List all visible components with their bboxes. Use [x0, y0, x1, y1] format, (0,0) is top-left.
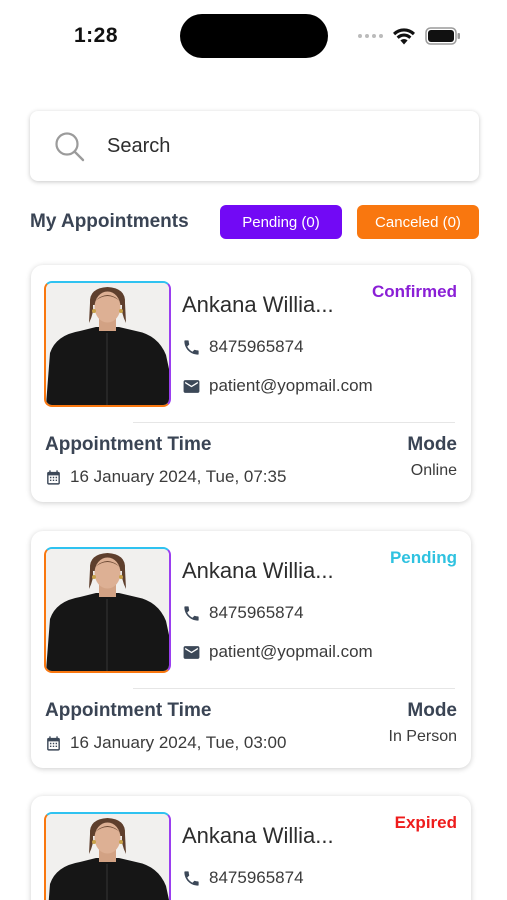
appointments-header: My Appointments Pending (0) Canceled (0) — [30, 205, 479, 239]
search-input[interactable]: Search — [30, 111, 479, 181]
phone-icon — [184, 339, 199, 355]
mode-value: In Person — [388, 728, 457, 745]
email-address: patient@yopmail.com — [209, 376, 373, 395]
appointment-datetime: 16 January 2024, Tue, 07:35 — [70, 467, 287, 486]
search-icon — [55, 132, 85, 162]
phone-number: 8475965874 — [209, 603, 304, 622]
section-title: My Appointments — [30, 211, 189, 232]
mode-label: Mode — [407, 700, 457, 721]
status-bar: 1:28 — [0, 0, 507, 70]
cellular-signal-icon — [358, 34, 383, 38]
patient-avatar — [44, 281, 171, 407]
patient-name: Ankana Willia... — [182, 823, 334, 848]
phone-row: 8475965874 — [182, 868, 304, 888]
status-badge: Expired — [394, 813, 457, 832]
appointment-card[interactable]: Ankana Willia... Confirmed 8475965874 pa… — [31, 265, 471, 502]
phone-number: 8475965874 — [209, 337, 304, 356]
divider — [133, 688, 455, 689]
divider — [133, 422, 455, 423]
email-icon — [183, 379, 200, 393]
email-icon — [183, 645, 200, 659]
phone-icon — [184, 605, 199, 621]
status-badge: Pending — [389, 548, 457, 567]
appointment-datetime-row: 16 January 2024, Tue, 03:00 — [45, 733, 286, 753]
mode-value: Online — [410, 462, 457, 479]
appointment-time-label: Appointment Time — [45, 700, 212, 721]
email-address: patient@yopmail.com — [209, 642, 373, 661]
phone-row: 8475965874 — [182, 603, 304, 623]
phone-icon — [184, 870, 199, 886]
battery-icon — [425, 27, 460, 45]
canceled-filter-button[interactable]: Canceled (0) — [357, 205, 479, 239]
email-row: patient@yopmail.com — [182, 642, 373, 662]
status-icons — [358, 24, 461, 48]
patient-name: Ankana Willia... — [182, 292, 334, 317]
patient-avatar — [44, 812, 171, 900]
dynamic-island — [180, 14, 328, 58]
search-placeholder: Search — [107, 135, 171, 157]
calendar-icon — [47, 469, 60, 485]
patient-avatar — [44, 547, 171, 673]
phone-number: 8475965874 — [209, 868, 304, 887]
patient-name: Ankana Willia... — [182, 558, 334, 583]
email-row: patient@yopmail.com — [182, 376, 373, 396]
appointment-datetime: 16 January 2024, Tue, 03:00 — [70, 733, 287, 752]
pending-filter-button[interactable]: Pending (0) — [220, 205, 342, 239]
appointment-card[interactable]: Ankana Willia... Expired 8475965874 — [31, 796, 471, 900]
mode-label: Mode — [407, 434, 457, 455]
appointment-datetime-row: 16 January 2024, Tue, 07:35 — [45, 467, 286, 487]
appointment-card[interactable]: Ankana Willia... Pending 8475965874 pati… — [31, 531, 471, 768]
appointment-time-label: Appointment Time — [45, 434, 212, 455]
status-badge: Confirmed — [372, 282, 457, 301]
phone-row: 8475965874 — [182, 337, 304, 357]
status-time: 1:28 — [74, 24, 119, 47]
wifi-icon — [393, 27, 415, 44]
calendar-icon — [47, 735, 60, 751]
